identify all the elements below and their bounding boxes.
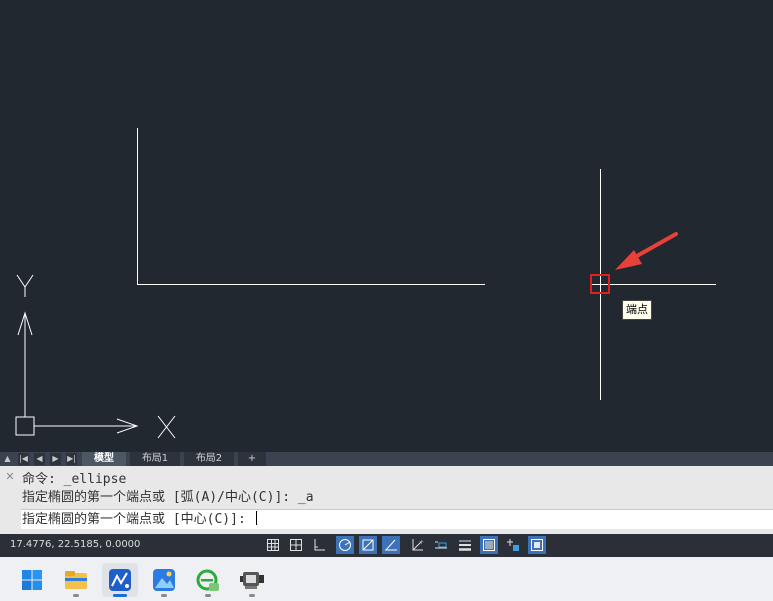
first-tab-icon[interactable]: |◀ [18,453,29,465]
tab-layout1[interactable]: 布局1 [130,452,180,466]
next-tab-icon[interactable]: ▶ [50,453,61,465]
lineweight-icon[interactable] [456,536,474,554]
command-history-line: 指定椭圆的第一个端点或 [弧(A)/中心(C)]: _a [22,490,314,505]
running-indicator [161,594,167,597]
browser-icon[interactable] [190,563,226,597]
red-arrow-icon [615,232,678,270]
text-caret [255,511,257,525]
polar-icon[interactable] [336,536,354,554]
command-history: 命令: _ellipse 指定椭圆的第一个端点或 [弧(A)/中心(C)]: _a [22,471,314,507]
otrack-icon[interactable] [382,536,400,554]
ucs-icon [15,274,176,439]
photos-icon[interactable] [146,563,182,597]
running-indicator [205,594,211,597]
file-explorer-icon[interactable] [58,563,94,597]
annotation-monitor-icon[interactable] [528,536,546,554]
snap-grid-icon[interactable] [287,536,305,554]
transparency-icon[interactable] [480,536,498,554]
command-history-line: 命令: _ellipse [22,472,127,487]
command-prompt: 指定椭圆的第一个端点或 [中心(C)]: [22,512,254,527]
coordinate-readout: 17.4776, 22.5185, 0.0000 [10,539,141,550]
tab-model[interactable]: 模型 [82,452,126,466]
status-bar: 17.4776, 22.5185, 0.0000 + [0,534,773,557]
media-tool-icon[interactable] [234,563,270,597]
svg-text:+: + [419,539,424,546]
osnap-tooltip: 端点 [622,300,652,320]
drawing-canvas[interactable]: 端点 [0,0,773,452]
layout-tab-bar: ▲ |◀ ◀ ▶ ▶| 模型 布局1 布局2 + [0,452,773,466]
ortho-icon[interactable] [310,536,328,554]
osnap-icon[interactable] [359,536,377,554]
command-input[interactable]: 指定椭圆的第一个端点或 [中心(C)]: [21,509,773,529]
grid-icon[interactable] [264,536,282,554]
dynamic-ucs-icon[interactable]: + [408,536,426,554]
prev-tab-icon[interactable]: ◀ [34,453,45,465]
close-icon[interactable]: ✕ [2,470,18,484]
cad-app-icon[interactable] [102,563,138,597]
dynamic-input-icon[interactable] [432,536,450,554]
drawn-line-shape [137,128,485,285]
running-indicator [249,594,255,597]
tab-add[interactable]: + [238,452,266,466]
command-window: ✕ 命令: _ellipse 指定椭圆的第一个端点或 [弧(A)/中心(C)]: … [0,466,773,534]
tab-layout2[interactable]: 布局2 [184,452,234,466]
scroll-up-icon[interactable]: ▲ [2,453,13,465]
y-axis-glyph [16,274,34,288]
active-indicator [113,594,127,597]
windows-start-icon[interactable] [14,563,50,597]
selection-cycling-icon[interactable] [504,536,522,554]
running-indicator [73,594,79,597]
canvas-drawing [15,128,716,439]
taskbar [0,557,773,601]
last-tab-icon[interactable]: ▶| [66,453,77,465]
